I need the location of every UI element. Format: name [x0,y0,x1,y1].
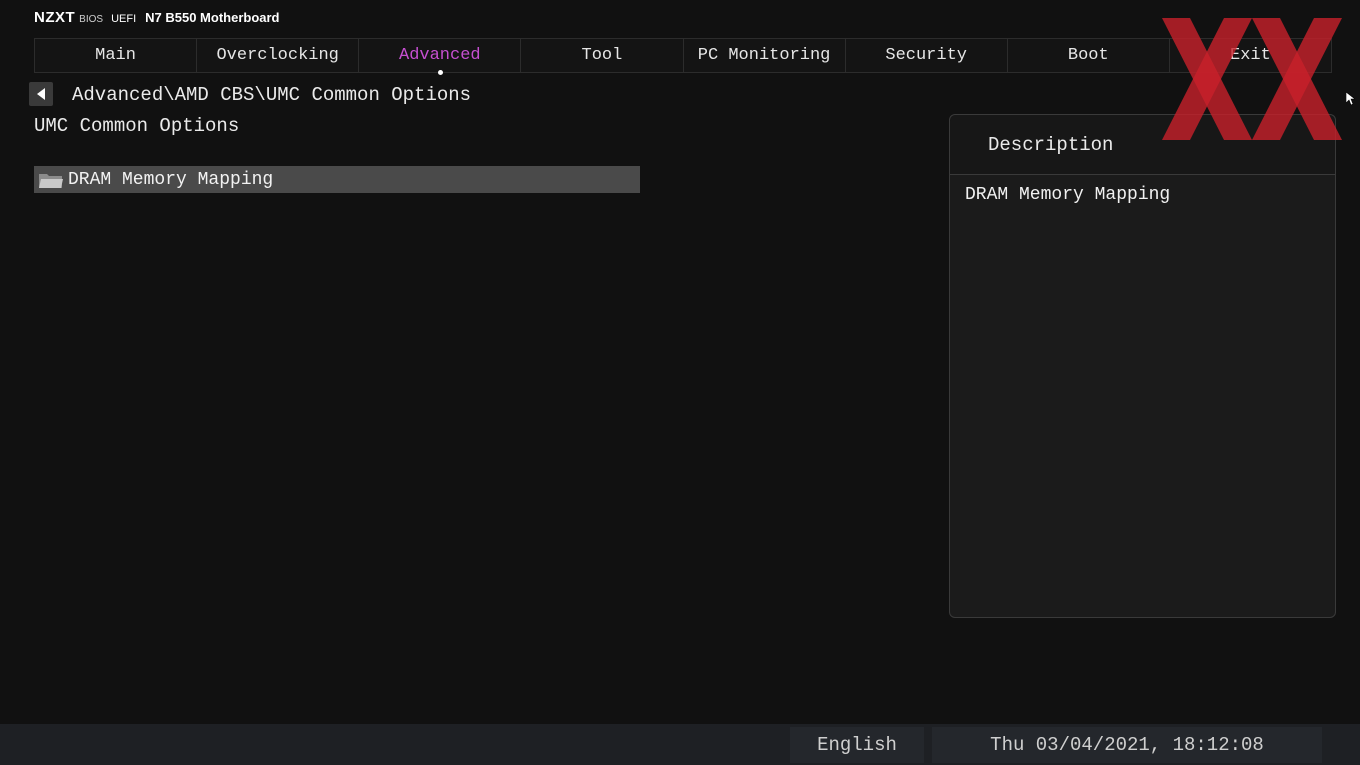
page-title: UMC Common Options [34,115,240,137]
nzxt-logo: NZXT [34,9,76,26]
menu-item-dram-memory-mapping[interactable]: DRAM Memory Mapping [34,166,640,193]
bios-label: BIOS [79,14,104,25]
tab-overclocking[interactable]: Overclocking [197,39,360,72]
menu-item-label: DRAM Memory Mapping [68,169,274,190]
status-bar: English Thu 03/04/2021, 18:12:08 [0,724,1360,765]
tab-tool[interactable]: Tool [521,39,684,72]
date-time-display[interactable]: Thu 03/04/2021, 18:12:08 [932,727,1322,763]
motherboard-model: N7 B550 Motherboard [145,10,280,25]
tab-main[interactable]: Main [35,39,198,72]
breadcrumb: Advanced\AMD CBS\UMC Common Options [72,84,472,106]
tab-security[interactable]: Security [846,39,1008,72]
description-header: Description [950,115,1335,175]
tab-advanced[interactable]: Advanced [359,39,522,75]
back-arrow-icon [37,88,45,100]
tab-pc-monitoring[interactable]: PC Monitoring [684,39,846,72]
mouse-pointer-icon [1346,92,1355,106]
language-selector[interactable]: English [790,727,924,763]
description-text: DRAM Memory Mapping [965,185,1171,205]
back-button[interactable] [29,82,53,106]
folder-icon [39,173,63,188]
brand-header: NZXT BIOS UEFI N7 B550 Motherboard [34,9,280,26]
main-tab-bar: Main Overclocking Advanced Tool PC Monit… [34,38,1332,75]
tab-boot[interactable]: Boot [1008,39,1170,72]
tab-exit[interactable]: Exit [1170,39,1331,72]
uefi-label: UEFI [111,13,137,25]
description-title: Description [988,133,1114,156]
description-panel: Description DRAM Memory Mapping [949,114,1336,618]
